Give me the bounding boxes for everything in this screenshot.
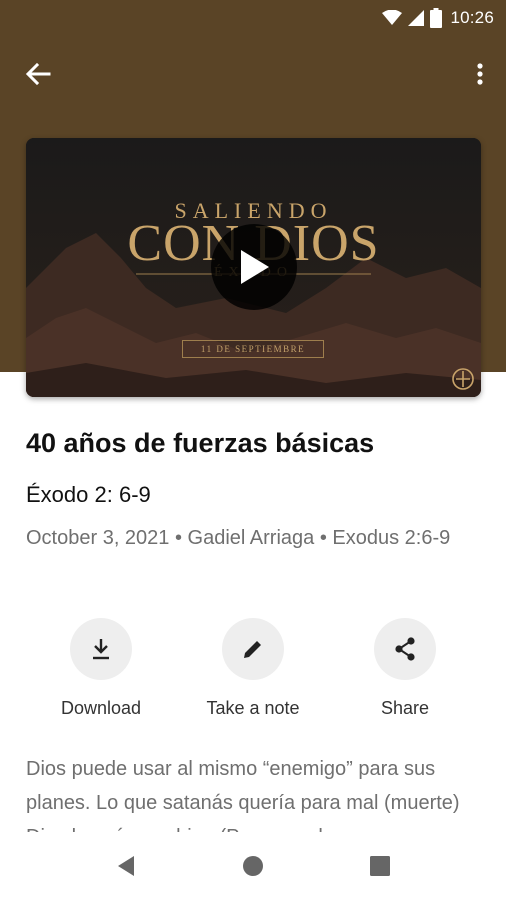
more-options-button[interactable] — [468, 58, 492, 90]
more-vert-icon — [477, 63, 483, 85]
download-circle — [70, 618, 132, 680]
sermon-description: Dios puede usar al mismo “enemigo” para … — [26, 758, 460, 832]
play-button[interactable] — [211, 224, 297, 310]
back-button[interactable] — [20, 58, 56, 90]
download-label: Download — [60, 698, 142, 718]
church-logo-icon — [452, 368, 474, 390]
sermon-passage: Éxodo 2: 6-9 — [26, 482, 151, 507]
take-note-label: Take a note — [206, 698, 300, 718]
take-note-circle — [222, 618, 284, 680]
share-button[interactable]: Share — [335, 618, 475, 719]
artwork-date-label: 11 DE SEPTIEMBRE — [182, 340, 324, 358]
status-bar: 10:26 — [0, 0, 506, 36]
share-icon — [395, 637, 415, 661]
nav-back-button[interactable] — [110, 850, 142, 882]
toolbar — [0, 48, 506, 100]
nav-back-icon — [118, 856, 134, 876]
pencil-icon — [244, 641, 261, 658]
signal-icon — [408, 10, 425, 26]
download-button[interactable]: Download — [31, 618, 171, 719]
status-time: 10:26 — [450, 8, 494, 27]
play-icon — [241, 250, 269, 284]
share-label: Share — [380, 698, 430, 718]
sermon-title: 40 años de fuerzas básicas — [26, 428, 375, 458]
action-row: Download Take a note Share — [0, 618, 506, 728]
share-circle — [374, 618, 436, 680]
take-note-button[interactable]: Take a note — [183, 618, 323, 719]
nav-home-button[interactable] — [237, 850, 269, 882]
nav-home-icon — [243, 856, 263, 876]
battery-icon — [430, 8, 443, 28]
download-icon — [93, 639, 109, 660]
sermon-meta: October 3, 2021 • Gadiel Arriaga • Exodu… — [26, 527, 451, 549]
wifi-icon — [382, 10, 403, 25]
nav-recents-icon — [370, 856, 390, 876]
sermon-artwork-card[interactable]: SALIENDO CON DIOS ÉXODO 11 DE SEPTIEMBRE — [26, 138, 481, 397]
status-icons — [382, 8, 443, 28]
nav-recents-button[interactable] — [364, 850, 396, 882]
sermon-detail-screen: 10:26 SALIENDO CON DIOS 11 DE SEPTIEMBRE… — [0, 0, 506, 900]
system-nav-bar — [0, 832, 506, 900]
arrow-back-icon — [25, 62, 51, 86]
